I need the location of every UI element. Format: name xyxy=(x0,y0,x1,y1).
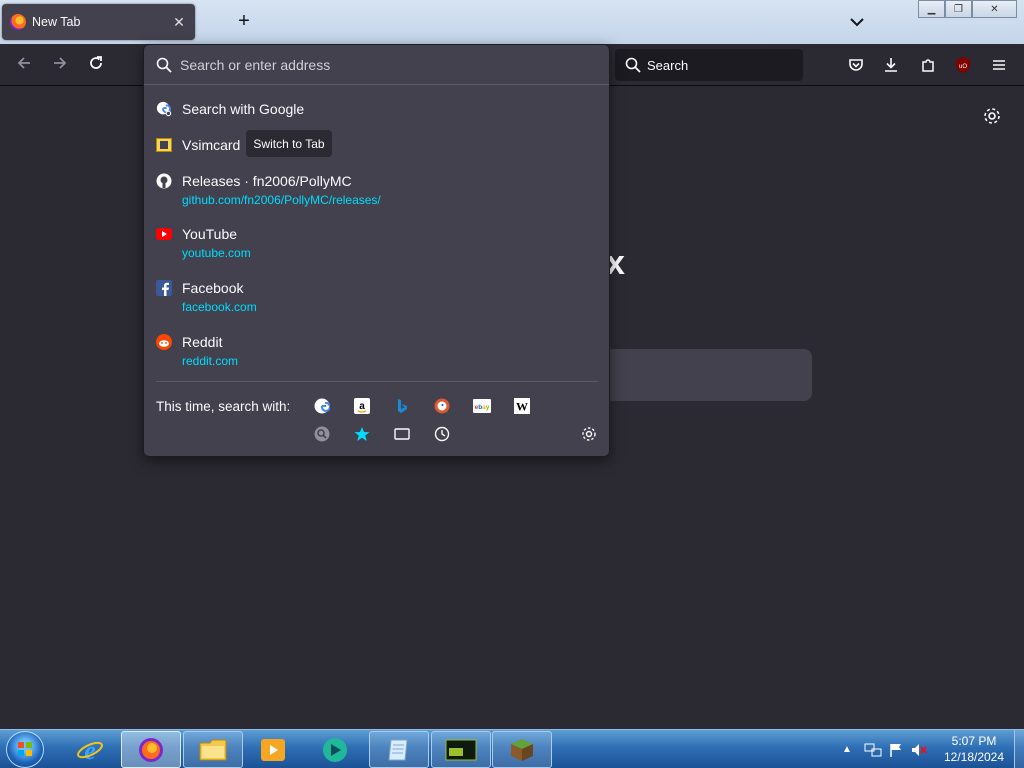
search-settings-gear-icon[interactable] xyxy=(580,425,598,443)
firefox-favicon-icon xyxy=(10,14,26,30)
window-controls: ▁ ❐ ✕ xyxy=(918,0,1017,18)
amazon-engine-button[interactable]: a xyxy=(353,397,371,415)
result-search-google[interactable]: Search with Google xyxy=(156,100,596,118)
reload-button[interactable] xyxy=(84,54,108,76)
extensions-icon[interactable] xyxy=(917,54,939,76)
new-tab-button[interactable]: + xyxy=(234,10,254,32)
wikipedia-engine-button[interactable]: W xyxy=(513,397,531,415)
start-button[interactable] xyxy=(6,731,44,768)
search-bar-label: Search xyxy=(647,57,689,73)
result-url: facebook.com xyxy=(182,300,257,314)
github-icon xyxy=(156,173,172,189)
result-reddit[interactable]: Reddit reddit.com xyxy=(156,333,596,369)
terminal-icon[interactable] xyxy=(431,731,491,768)
restore-button[interactable]: ❐ xyxy=(945,0,972,18)
switch-to-tab-badge[interactable]: Switch to Tab xyxy=(246,130,332,157)
result-vsimcard[interactable]: Vsimcard xyxy=(156,136,596,154)
show-desktop-button[interactable] xyxy=(1014,730,1024,768)
settings-gear-icon[interactable] xyxy=(982,106,1002,129)
minimize-button[interactable]: ▁ xyxy=(918,0,945,18)
duckduckgo-engine-button[interactable] xyxy=(433,397,451,415)
media-player-icon[interactable] xyxy=(243,731,303,768)
clock-time: 5:07 PM xyxy=(951,734,997,748)
minecraft-icon[interactable] xyxy=(492,731,552,768)
result-facebook[interactable]: Facebook facebook.com xyxy=(156,279,596,315)
taskbar: e ▲ 5:07 PM 12/18/2024 xyxy=(0,729,1024,768)
system-clock[interactable]: 5:07 PM 12/18/2024 xyxy=(938,733,1010,765)
google-engine-button[interactable] xyxy=(313,397,331,415)
close-window-button[interactable]: ✕ xyxy=(972,0,1017,18)
firefox-taskbar-icon[interactable] xyxy=(121,731,181,768)
list-all-tabs-icon[interactable] xyxy=(846,12,868,32)
result-title: Reddit xyxy=(182,334,223,350)
facebook-icon xyxy=(156,280,172,296)
menu-icon[interactable] xyxy=(988,54,1010,76)
urlbar[interactable] xyxy=(144,45,609,85)
tabs-icon[interactable] xyxy=(393,425,411,443)
svg-text:e: e xyxy=(84,736,96,765)
youtube-icon xyxy=(156,226,172,242)
network-icon[interactable] xyxy=(864,742,882,758)
downloads-icon[interactable] xyxy=(880,54,902,76)
search-icon xyxy=(156,57,172,73)
result-title: Search with Google xyxy=(182,101,305,117)
result-youtube[interactable]: YouTube youtube.com xyxy=(156,225,596,261)
ublock-origin-icon[interactable]: uO xyxy=(952,54,974,76)
pocket-icon[interactable] xyxy=(845,54,867,76)
show-hidden-icons-icon[interactable]: ▲ xyxy=(842,744,852,755)
notepad-icon[interactable] xyxy=(369,731,429,768)
result-github-releases[interactable]: Releases · fn2006/PollyMC github.com/fn2… xyxy=(156,172,596,208)
search-bar[interactable]: Search xyxy=(615,49,803,81)
svg-text:uO: uO xyxy=(959,64,967,70)
tab-strip: New Tab ✕ + ▁ ❐ ✕ xyxy=(0,0,1024,44)
urlbar-dropdown: Search with Google Vsimcard Releases · f… xyxy=(143,44,610,457)
bookmarks-star-icon[interactable] xyxy=(353,425,371,443)
svg-text:W: W xyxy=(516,400,528,414)
svg-text:a: a xyxy=(359,401,365,412)
search-with-label: This time, search with: xyxy=(156,399,291,414)
file-explorer-icon[interactable] xyxy=(183,731,243,768)
google-search-icon xyxy=(156,101,172,117)
ebay-engine-button[interactable]: ebay xyxy=(473,397,491,415)
app-teal-icon[interactable] xyxy=(305,731,365,768)
internet-explorer-icon[interactable]: e xyxy=(60,731,120,768)
tab-title: New Tab xyxy=(32,15,81,29)
search-mode-magnifier-icon[interactable] xyxy=(313,425,331,443)
result-url: reddit.com xyxy=(182,354,239,368)
result-url: github.com/fn2006/PollyMC/releases/ xyxy=(182,193,381,207)
back-button[interactable] xyxy=(12,54,36,76)
result-title: Facebook xyxy=(182,280,244,296)
urlbar-input[interactable] xyxy=(180,56,580,73)
clock-date: 12/18/2024 xyxy=(943,750,1005,764)
result-title: YouTube xyxy=(182,226,238,242)
result-url: youtube.com xyxy=(182,246,251,260)
close-tab-icon[interactable]: ✕ xyxy=(171,14,187,31)
volume-muted-icon[interactable] xyxy=(910,742,928,758)
history-clock-icon[interactable] xyxy=(433,425,451,443)
svg-text:ebay: ebay xyxy=(475,404,490,411)
bing-engine-button[interactable] xyxy=(393,397,411,415)
action-center-flag-icon[interactable] xyxy=(888,742,904,758)
result-title: Releases · fn2006/PollyMC xyxy=(182,173,352,189)
search-icon xyxy=(625,57,641,73)
reddit-icon xyxy=(156,334,172,350)
system-tray: ▲ xyxy=(842,730,928,768)
forward-button[interactable] xyxy=(48,54,72,76)
sim-card-icon xyxy=(156,137,172,153)
tab-new-tab[interactable]: New Tab ✕ xyxy=(2,4,195,40)
result-title: Vsimcard xyxy=(182,137,241,153)
divider xyxy=(156,381,598,382)
